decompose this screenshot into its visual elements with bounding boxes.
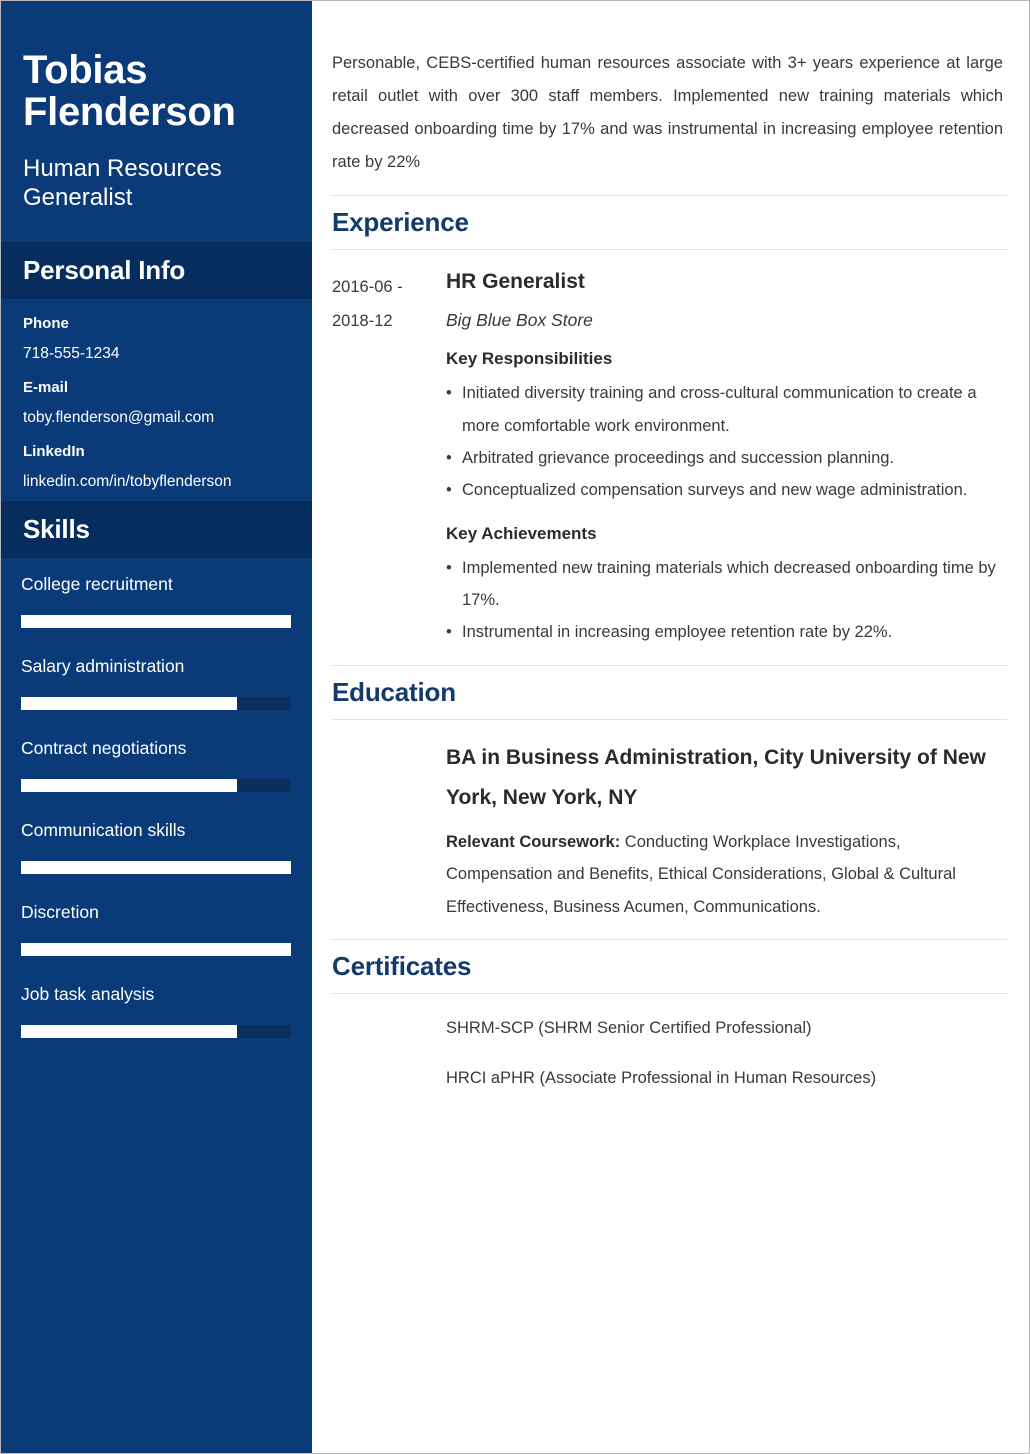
skill-progress-track xyxy=(21,779,291,793)
skill-progress-fill xyxy=(21,1025,237,1039)
certificates-section-header: Certificates xyxy=(332,938,1007,994)
certificates-heading: Certificates xyxy=(332,950,472,981)
experience-section-header: Experience xyxy=(332,195,1007,250)
skill-label: Contract negotiations xyxy=(21,738,187,759)
sidebar: Tobias Flenderson Human Resources Genera… xyxy=(1,1,312,1453)
skill-progress-track xyxy=(21,615,291,629)
phone-value: 718-555-1234 xyxy=(23,345,120,363)
responsibilities-list: Initiated diversity training and cross-c… xyxy=(446,377,1007,506)
candidate-name: Tobias Flenderson xyxy=(23,48,236,135)
skills-heading: Skills xyxy=(1,501,312,559)
skill-item: Discretion xyxy=(21,902,292,957)
coursework-label: Relevant Coursework: xyxy=(446,833,621,852)
education-section: Education BA in Business Administration,… xyxy=(332,664,1007,923)
experience-section: Experience 2016-06 - 2018-12 HR Generali… xyxy=(332,195,1007,649)
achievement-item: Implemented new training materials which… xyxy=(446,552,1007,616)
skill-progress-fill xyxy=(21,943,291,957)
experience-date-start: 2016-06 - xyxy=(332,278,403,296)
certificates-list: SHRM-SCP (SHRM Senior Certified Professi… xyxy=(332,1012,1007,1094)
candidate-job-title: Human Resources Generalist xyxy=(23,154,222,212)
skill-label: Discretion xyxy=(21,902,99,923)
phone-label: Phone xyxy=(23,315,69,333)
skill-progress-track xyxy=(21,697,291,711)
experience-entry: 2016-06 - 2018-12 HR Generalist Big Blue… xyxy=(332,268,1007,649)
education-section-header: Education xyxy=(332,664,1007,720)
skill-item: Salary administration xyxy=(21,656,292,711)
linkedin-value[interactable]: linkedin.com/in/tobyflenderson xyxy=(23,473,290,491)
resume-page: Tobias Flenderson Human Resources Genera… xyxy=(0,0,1030,1454)
skill-progress-fill xyxy=(21,697,237,711)
experience-date-end: 2018-12 xyxy=(332,311,393,330)
skill-item: College recruitment xyxy=(21,574,292,629)
skill-item: Communication skills xyxy=(21,820,292,875)
achievement-item: Instrumental in increasing employee rete… xyxy=(446,616,1007,648)
skill-progress-track xyxy=(21,861,291,875)
certificate-item: HRCI aPHR (Associate Professional in Hum… xyxy=(446,1068,877,1087)
personal-info-body: Phone 718-555-1234 E-mail toby.flenderso… xyxy=(1,299,312,501)
skill-item: Job task analysis xyxy=(21,984,292,1039)
profile-summary: Personable, CEBS-certified human resourc… xyxy=(332,54,1003,171)
skill-progress-track xyxy=(21,943,291,957)
linkedin-label: LinkedIn xyxy=(23,443,85,461)
education-degree: BA in Business Administration, City Univ… xyxy=(446,745,986,809)
skill-label: Job task analysis xyxy=(21,984,155,1005)
skill-progress-fill xyxy=(21,615,291,629)
skill-progress-fill xyxy=(21,861,291,875)
experience-entry-body: HR Generalist Big Blue Box Store Key Res… xyxy=(446,268,1007,649)
responsibility-item: Initiated diversity training and cross-c… xyxy=(446,377,1007,441)
skill-label: Salary administration xyxy=(21,656,185,677)
skill-label: College recruitment xyxy=(21,574,173,595)
responsibility-item: Conceptualized compensation surveys and … xyxy=(446,474,1007,506)
experience-company: Big Blue Box Store xyxy=(446,310,593,331)
skill-item: Contract negotiations xyxy=(21,738,292,793)
achievements-list: Implemented new training materials which… xyxy=(446,552,1007,649)
responsibility-item: Arbitrated grievance proceedings and suc… xyxy=(446,442,1007,474)
skills-list: College recruitment Salary administratio… xyxy=(1,558,312,1058)
education-heading: Education xyxy=(332,676,456,707)
achievements-heading: Key Achievements xyxy=(446,524,597,544)
certificate-item: SHRM-SCP (SHRM Senior Certified Professi… xyxy=(446,1018,812,1037)
email-label: E-mail xyxy=(23,379,69,397)
name-block: Tobias Flenderson Human Resources Genera… xyxy=(1,1,312,242)
experience-role: HR Generalist xyxy=(446,270,585,293)
responsibilities-heading: Key Responsibilities xyxy=(446,349,613,369)
experience-dates: 2016-06 - 2018-12 xyxy=(332,268,446,649)
main-content: Personable, CEBS-certified human resourc… xyxy=(312,1,1029,1453)
email-value[interactable]: toby.flenderson@gmail.com xyxy=(23,409,290,427)
education-coursework: Relevant Coursework: Conducting Workplac… xyxy=(446,826,1007,923)
skill-progress-fill xyxy=(21,779,237,793)
education-entry: BA in Business Administration, City Univ… xyxy=(332,738,1007,923)
experience-heading: Experience xyxy=(332,207,469,237)
certificates-section: Certificates SHRM-SCP (SHRM Senior Certi… xyxy=(332,938,1007,1094)
skill-label: Communication skills xyxy=(21,820,186,841)
skill-progress-track xyxy=(21,1025,291,1039)
personal-info-heading: Personal Info xyxy=(1,242,312,300)
